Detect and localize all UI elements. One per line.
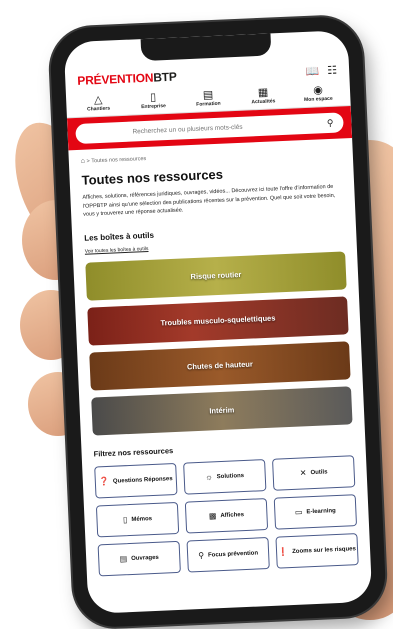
tools-icon: ✕ xyxy=(299,468,307,478)
phone-notch xyxy=(140,33,272,62)
monitor-icon: ▤ xyxy=(202,88,214,102)
breadcrumb-current: Toutes nos ressources xyxy=(91,155,147,165)
filter-label: Zooms sur les risques xyxy=(292,545,356,555)
phone-screen: PRÉVENTIONBTP 📖 ☷ △ Chantiers ▯ Entrepri… xyxy=(63,30,373,614)
filter-label: Solutions xyxy=(216,472,245,480)
lightbulb-icon: ☼ xyxy=(205,472,213,482)
filter-focus-prevention[interactable]: ⚲ Focus prévention xyxy=(186,536,270,573)
filter-zooms-risques[interactable]: ❗ Zooms sur les risques xyxy=(275,532,359,569)
filter-grid: ❓ Questions Réponses ☼ Solutions ✕ Outils ▯… xyxy=(94,454,359,576)
nav-label: Entreprise xyxy=(141,103,167,111)
nav-label: Chantiers xyxy=(86,105,111,113)
filter-affiches[interactable]: ▩ Affiches xyxy=(184,497,269,534)
nav-item-actualites[interactable]: ▦ Actualités xyxy=(239,85,288,106)
card-label: Risque routier xyxy=(190,269,242,282)
toolbox-card-risque-routier[interactable]: Risque routier xyxy=(85,250,347,301)
toolbox-card-tms[interactable]: Troubles musculo-squelettiques xyxy=(87,295,349,346)
filter-label: Mémos xyxy=(131,515,153,523)
phone-frame: PRÉVENTIONBTP 📖 ☷ △ Chantiers ▯ Entrepri… xyxy=(49,15,387,629)
filter-label: Questions Réponses xyxy=(112,475,173,485)
filter-outils[interactable]: ✕ Outils xyxy=(271,454,356,491)
home-icon[interactable]: ⌂ xyxy=(81,158,86,165)
poster-icon: ▩ xyxy=(208,511,217,521)
news-icon: ▦ xyxy=(257,86,269,100)
filter-label: Outils xyxy=(310,468,328,476)
card-label: Chutes de hauteur xyxy=(186,359,253,372)
laptop-icon: ▭ xyxy=(294,507,303,517)
nav-item-chantiers[interactable]: △ Chantiers xyxy=(74,92,123,113)
alert-icon: ❗ xyxy=(278,547,289,557)
filter-icon[interactable]: ☷ xyxy=(327,63,337,76)
header-icons: 📖 ☷ xyxy=(305,63,337,77)
building-icon: ▯ xyxy=(149,91,157,104)
filter-label: Ouvrages xyxy=(131,554,159,562)
logo-part2: BTP xyxy=(152,69,177,85)
book-icon[interactable]: 📖 xyxy=(305,64,319,78)
nav-item-entreprise[interactable]: ▯ Entreprise xyxy=(129,90,178,111)
app-content: PRÉVENTIONBTP 📖 ☷ △ Chantiers ▯ Entrepri… xyxy=(65,56,373,614)
open-book-icon: ▤ xyxy=(119,554,128,564)
brand-logo[interactable]: PRÉVENTIONBTP xyxy=(77,70,177,88)
filter-ouvrages[interactable]: ▤ Ouvrages xyxy=(97,540,181,576)
filter-questions-reponses[interactable]: ❓ Questions Réponses xyxy=(94,462,178,499)
page-intro: Affiches, solutions, références juridiqu… xyxy=(82,183,336,218)
toolbox-card-interim[interactable]: Intérim xyxy=(91,385,353,436)
card-label: Intérim xyxy=(209,405,235,416)
filter-label: Focus prévention xyxy=(207,549,259,559)
filter-solutions[interactable]: ☼ Solutions xyxy=(183,458,267,495)
filter-memos[interactable]: ▯ Mémos xyxy=(95,501,180,537)
nav-label: Mon espace xyxy=(303,95,333,104)
card-label: Troubles musculo-squelettiques xyxy=(160,313,276,328)
search-input[interactable] xyxy=(85,120,290,139)
nav-label: Formation xyxy=(196,100,221,108)
filters-heading: Filtrez nos ressources xyxy=(93,445,174,459)
toolbox-card-chutes[interactable]: Chutes de hauteur xyxy=(89,340,351,391)
toolbox-cards: Risque routier Troubles musculo-squelett… xyxy=(85,250,353,436)
nav-item-formation[interactable]: ▤ Formation xyxy=(184,87,233,108)
search-icon[interactable]: ⚲ xyxy=(327,117,334,128)
nav-label: Actualités xyxy=(251,98,276,106)
question-icon: ❓ xyxy=(98,476,110,487)
search-icon: ⚲ xyxy=(198,550,205,561)
nav-item-mon-espace[interactable]: ◉ Mon espace xyxy=(294,82,343,103)
filter-label: E-learning xyxy=(306,507,336,515)
logo-part1: PRÉVENTION xyxy=(77,70,154,88)
memo-icon: ▯ xyxy=(122,515,128,525)
filter-e-learning[interactable]: ▭ E-learning xyxy=(273,493,358,530)
hard-hat-icon: △ xyxy=(93,93,103,107)
user-icon: ◉ xyxy=(312,84,324,97)
filter-label: Affiches xyxy=(220,511,245,519)
